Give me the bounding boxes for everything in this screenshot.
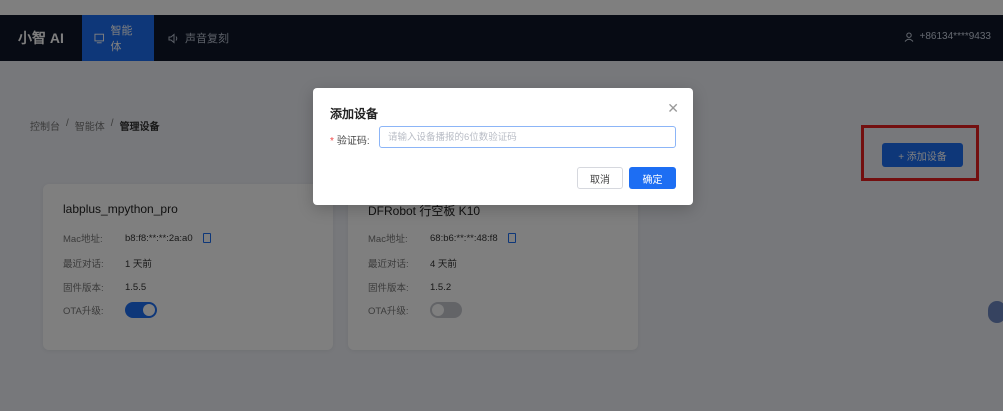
required-mark: * [330,136,334,147]
verification-code-input[interactable] [379,126,676,148]
confirm-button[interactable]: 确定 [629,167,676,189]
close-icon[interactable]: ✕ [667,100,679,117]
add-device-dialog: 添加设备 ✕ *验证码: 取消 确定 [313,88,693,205]
cancel-button[interactable]: 取消 [577,167,623,189]
modal-overlay[interactable] [0,0,1003,411]
verification-code-label-text: 验证码: [336,136,370,147]
dialog-title: 添加设备 [330,107,379,121]
verification-code-label: * 验证码: [330,132,370,147]
